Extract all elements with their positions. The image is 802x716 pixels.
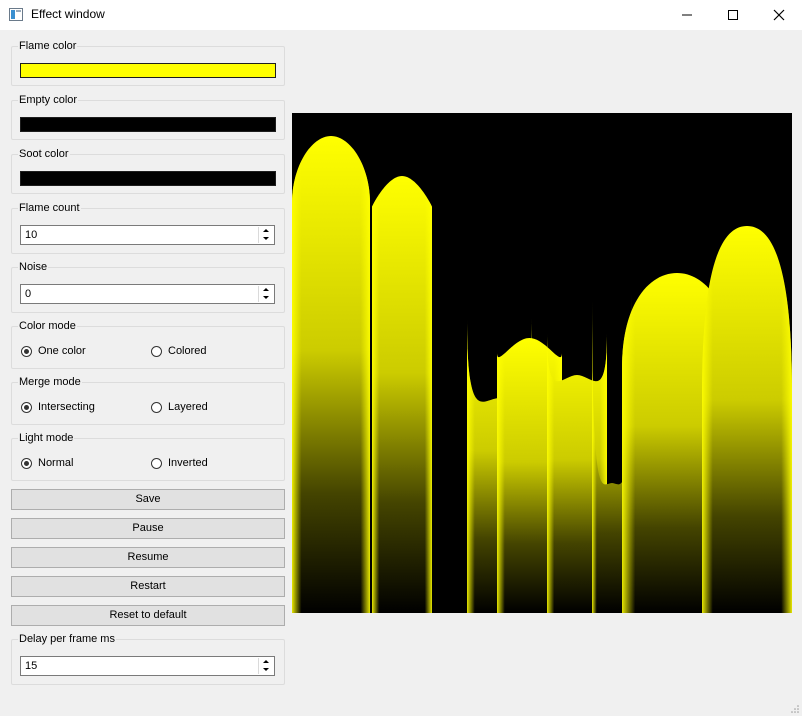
restart-button[interactable]: Restart xyxy=(11,576,285,597)
delay-spinbox[interactable]: 15 xyxy=(20,656,275,676)
radio-one-color-label: One color xyxy=(38,345,86,357)
flame-effect-canvas xyxy=(292,113,792,613)
delay-down-icon[interactable] xyxy=(259,666,273,674)
minimize-button[interactable] xyxy=(664,0,710,30)
radio-intersecting-label: Intersecting xyxy=(38,401,95,413)
radio-inverted-label: Inverted xyxy=(168,457,208,469)
merge-mode-label: Merge mode xyxy=(18,376,82,388)
save-button[interactable]: Save xyxy=(11,489,285,510)
window-title: Effect window xyxy=(31,7,105,21)
flame-edge-glow xyxy=(292,136,370,613)
noise-down-icon[interactable] xyxy=(259,294,273,302)
flame-count-up-icon[interactable] xyxy=(259,227,273,235)
radio-selected-icon xyxy=(21,346,32,357)
close-button[interactable] xyxy=(756,0,802,30)
empty-color-swatch[interactable] xyxy=(20,117,276,132)
radio-colored-label: Colored xyxy=(168,345,207,357)
resize-grip-icon[interactable] xyxy=(790,704,800,714)
delay-up-icon[interactable] xyxy=(259,658,273,666)
minimize-icon xyxy=(682,14,692,16)
maximize-button[interactable] xyxy=(710,0,756,30)
radio-layered-label: Layered xyxy=(168,401,208,413)
close-icon xyxy=(773,9,785,21)
radio-selected-icon xyxy=(21,458,32,469)
noise-up-icon[interactable] xyxy=(259,286,273,294)
radio-unselected-icon xyxy=(151,346,162,357)
radio-selected-icon xyxy=(21,402,32,413)
flame-edge-glow xyxy=(372,176,432,613)
flame-count-label: Flame count xyxy=(18,202,81,214)
radio-normal-label: Normal xyxy=(38,457,74,469)
noise-spinbox[interactable]: 0 xyxy=(20,284,275,304)
delay-label: Delay per frame ms xyxy=(18,633,116,645)
light-mode-label: Light mode xyxy=(18,432,75,444)
color-mode-label: Color mode xyxy=(18,320,77,332)
pause-button[interactable]: Pause xyxy=(11,518,285,539)
flame-edge-glow xyxy=(702,226,792,613)
noise-value: 0 xyxy=(25,288,32,300)
flame-color-label: Flame color xyxy=(18,40,78,52)
empty-color-label: Empty color xyxy=(18,94,79,106)
flame-count-value: 10 xyxy=(25,229,38,241)
radio-unselected-icon xyxy=(151,458,162,469)
delay-value: 15 xyxy=(25,660,38,672)
radio-unselected-icon xyxy=(151,402,162,413)
title-bar: Effect window xyxy=(0,0,802,30)
flame-count-down-icon[interactable] xyxy=(259,235,273,243)
maximize-icon xyxy=(728,10,738,20)
app-icon xyxy=(9,8,23,21)
flame-render xyxy=(292,136,792,613)
soot-color-swatch[interactable] xyxy=(20,171,276,186)
flame-count-spinbox[interactable]: 10 xyxy=(20,225,275,245)
noise-label: Noise xyxy=(18,261,49,273)
resume-button[interactable]: Resume xyxy=(11,547,285,568)
reset-to-default-button[interactable]: Reset to default xyxy=(11,605,285,626)
flame-color-swatch[interactable] xyxy=(20,63,276,78)
soot-color-label: Soot color xyxy=(18,148,70,160)
